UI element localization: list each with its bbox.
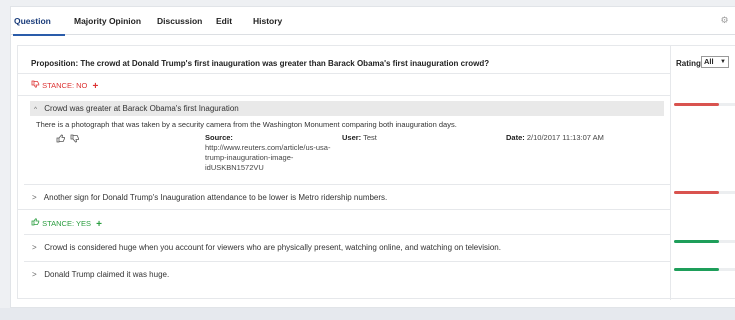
stance-no-header: STANCE: NO + xyxy=(31,80,98,92)
rating-bar xyxy=(674,240,735,243)
thumbs-down-icon[interactable] xyxy=(70,134,80,145)
divider xyxy=(24,184,670,185)
active-tab-indicator xyxy=(13,34,65,36)
claim-row[interactable]: > Donald Trump claimed it was huge. xyxy=(32,270,169,279)
claim-date: Date: 2/10/2017 11:13:07 AM xyxy=(506,133,604,143)
rating-bar-fill xyxy=(674,103,719,106)
claim-title: Crowd is considered huge when you accoun… xyxy=(44,243,501,252)
user-value: Test xyxy=(363,133,377,142)
rating-label: Rating xyxy=(676,59,701,68)
claim-header[interactable]: ^ Crowd was greater at Barack Obama's fi… xyxy=(30,101,664,116)
chevron-right-icon: > xyxy=(32,193,37,202)
claim-source: Source: http://www.reuters.com/article/u… xyxy=(205,133,330,173)
tab-edit[interactable]: Edit xyxy=(216,16,232,26)
gear-icon[interactable]: ⚙ xyxy=(720,16,729,25)
claim-title: Another sign for Donald Trump's Inaugura… xyxy=(43,193,388,202)
claim-user: User: Test xyxy=(342,133,377,143)
tab-bar: Question Majority Opinion Discussion Edi… xyxy=(11,7,735,36)
rating-bar xyxy=(674,191,735,194)
chevron-down-icon: ▼ xyxy=(720,59,726,65)
rating-bar xyxy=(674,103,735,106)
rating-bar-fill xyxy=(674,191,719,194)
source-url-line[interactable]: trump-inauguration-image- xyxy=(205,153,330,163)
source-label: Source: xyxy=(205,133,233,142)
thumbs-up-icon xyxy=(31,218,40,228)
add-yes-claim-icon[interactable]: + xyxy=(96,219,102,230)
stance-yes-header: STANCE: YES + xyxy=(31,218,102,230)
rating-filter-select[interactable]: All ▼ xyxy=(701,56,729,68)
chevron-right-icon: > xyxy=(32,243,37,252)
claim-row[interactable]: > Crowd is considered huge when you acco… xyxy=(32,243,501,252)
rating-bar-fill xyxy=(674,268,719,271)
divider xyxy=(24,234,670,235)
thumbs-up-icon[interactable] xyxy=(56,134,66,145)
tab-history[interactable]: History xyxy=(253,16,282,26)
proposition-table: Proposition: The crowd at Donald Trump's… xyxy=(17,45,735,300)
tab-discussion[interactable]: Discussion xyxy=(157,16,202,26)
proposition-title: Proposition: The crowd at Donald Trump's… xyxy=(31,59,490,68)
tab-majority-opinion[interactable]: Majority Opinion xyxy=(74,16,141,26)
divider xyxy=(18,209,670,210)
question-panel: Question Majority Opinion Discussion Edi… xyxy=(10,6,735,308)
source-url-line[interactable]: idUSKBN1572VU xyxy=(205,163,330,173)
claim-text: There is a photograph that was taken by … xyxy=(36,120,457,129)
stance-yes-label: STANCE: YES xyxy=(42,219,91,228)
add-no-claim-icon[interactable]: + xyxy=(92,81,98,92)
date-label: Date: xyxy=(506,133,525,142)
user-label: User: xyxy=(342,133,362,142)
divider xyxy=(24,261,670,262)
page-footer xyxy=(0,308,735,320)
claim-title: Donald Trump claimed it was huge. xyxy=(44,270,170,279)
rating-column-divider xyxy=(670,46,671,300)
rating-bar-fill xyxy=(674,240,719,243)
thumbs-down-icon xyxy=(31,80,40,90)
rating-filter-value: All xyxy=(704,57,714,66)
chevron-up-icon: ^ xyxy=(34,106,38,113)
chevron-right-icon: > xyxy=(32,270,37,279)
divider xyxy=(18,95,670,96)
tab-question[interactable]: Question xyxy=(14,16,51,26)
divider xyxy=(18,73,670,74)
source-url-line[interactable]: http://www.reuters.com/article/us-usa- xyxy=(205,143,330,153)
rating-bar xyxy=(674,268,735,271)
stance-no-label: STANCE: NO xyxy=(42,81,88,90)
date-value: 2/10/2017 11:13:07 AM xyxy=(526,133,604,142)
claim-row[interactable]: > Another sign for Donald Trump's Inaugu… xyxy=(32,193,387,202)
claim-title: Crowd was greater at Barack Obama's firs… xyxy=(44,104,239,113)
